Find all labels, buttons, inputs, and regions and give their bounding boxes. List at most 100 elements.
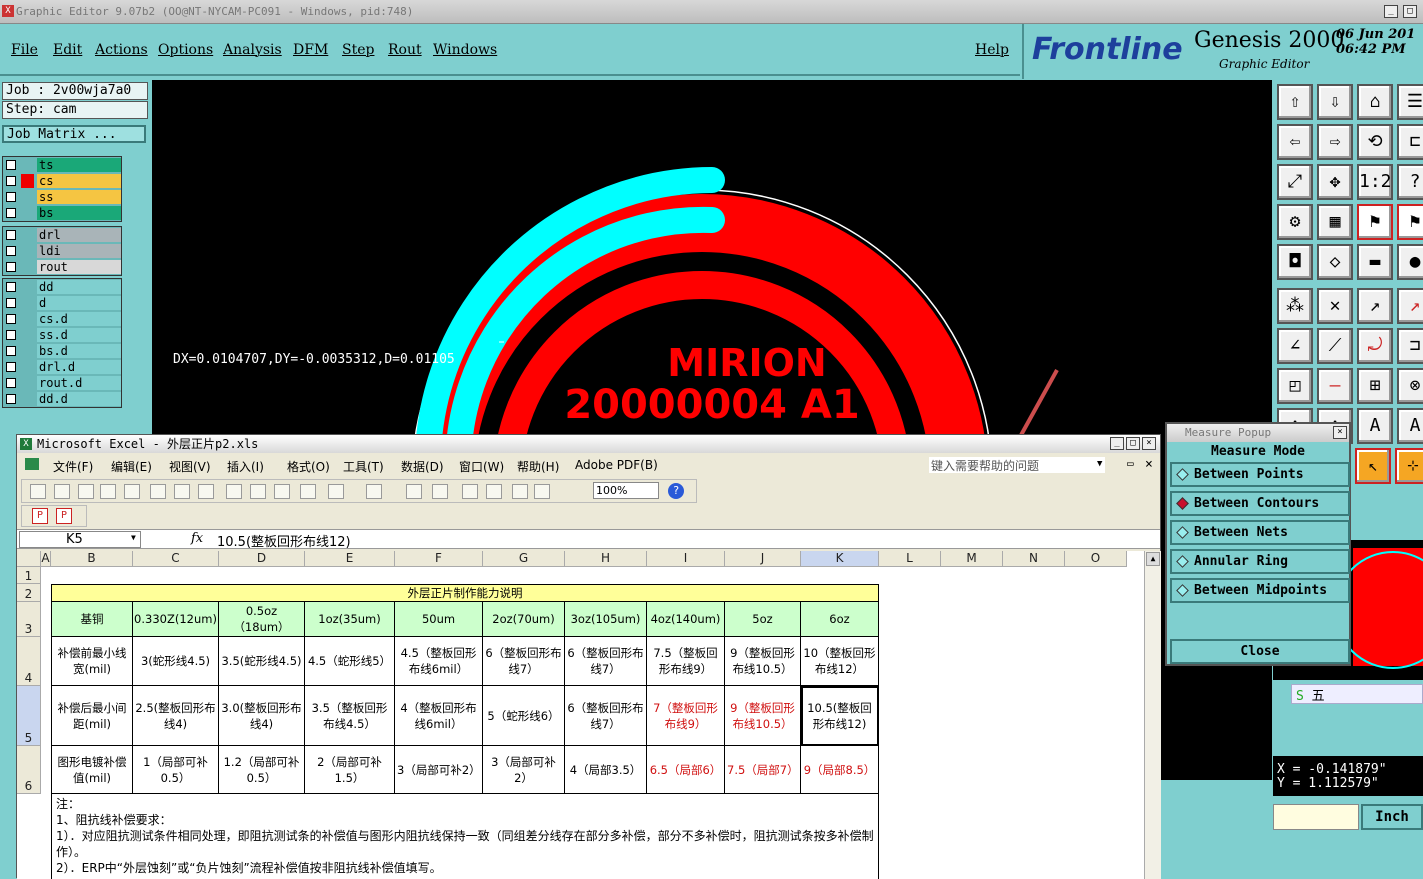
popup-close-icon[interactable]: × — [1333, 426, 1347, 439]
table-cell[interactable]: 1oz(35um) — [305, 602, 395, 637]
bar-icon[interactable]: ▬ — [1357, 244, 1393, 280]
zoom-down-icon[interactable]: ⇩ — [1317, 84, 1353, 120]
line-icon[interactable]: ↗ — [1397, 288, 1423, 324]
letter-a-icon[interactable]: A — [1357, 408, 1393, 444]
select-all-corner[interactable] — [17, 551, 41, 567]
table-cell[interactable]: 3.5(蛇形线4.5) — [219, 637, 305, 686]
table-cell[interactable]: 0.330Z(12um) — [133, 602, 219, 637]
pdf-email-icon[interactable]: P — [56, 508, 72, 524]
scroll-up-arrow[interactable]: ▲ — [1146, 552, 1160, 566]
select-arrow-icon[interactable]: ↖ — [1355, 448, 1391, 484]
table-cell[interactable]: 10.5(整板回形布线12) — [801, 686, 879, 746]
diamond-icon[interactable]: ◇ — [1317, 244, 1353, 280]
table-cell[interactable]: 5oz — [725, 602, 801, 637]
excel-help-box[interactable]: 键入需要帮助的问题 — [929, 457, 1105, 473]
line-icon[interactable]: ↗ — [1357, 288, 1393, 324]
home-icon[interactable]: ⌂ — [1357, 84, 1393, 120]
paste-icon[interactable] — [274, 484, 290, 499]
column-header[interactable]: O — [1065, 551, 1127, 567]
ime-toolbar[interactable]: S 五 — [1291, 684, 1423, 704]
table-cell[interactable]: 6（整板回形布线7） — [565, 686, 647, 746]
layer-row-dd[interactable]: dd — [3, 279, 121, 295]
spelling-icon[interactable] — [174, 484, 190, 499]
hyperlink-icon[interactable] — [406, 484, 422, 499]
format-painter-icon[interactable] — [300, 484, 316, 499]
table-cell[interactable]: 9（整板回形布线10.5） — [725, 686, 801, 746]
snap-icon[interactable]: ⊏ — [1397, 124, 1423, 160]
function-icon[interactable]: fx — [191, 531, 203, 546]
excel-help-dropdown-icon[interactable]: ▼ — [1097, 459, 1102, 469]
menu-file[interactable]: File — [11, 42, 38, 58]
layer-checkbox[interactable] — [6, 346, 16, 356]
layer-checkbox[interactable] — [6, 192, 16, 202]
grid-icon[interactable]: ▦ — [1317, 204, 1353, 240]
excel-menu-item[interactable]: Adobe PDF(B) — [575, 458, 658, 472]
layer-row-ss[interactable]: ss — [3, 189, 121, 205]
cross-icon[interactable]: ✕ — [1317, 288, 1353, 324]
column-header[interactable]: G — [483, 551, 565, 567]
layer-checkbox[interactable] — [6, 394, 16, 404]
row-header[interactable]: 4 — [17, 637, 41, 686]
snap-grid-icon[interactable]: ⊹ — [1395, 448, 1423, 484]
table-cell[interactable]: 7.5（局部7） — [725, 746, 801, 794]
layer-row-bs-d[interactable]: bs.d — [3, 343, 121, 359]
table-cell[interactable]: 9（整板回形布线10.5） — [725, 637, 801, 686]
layer-checkbox[interactable] — [6, 230, 16, 240]
menu-help[interactable]: Help — [975, 42, 1009, 58]
print-preview-icon[interactable] — [150, 484, 166, 499]
mode-between-contours[interactable]: Between Contours — [1170, 491, 1350, 516]
new-file-icon[interactable] — [30, 484, 46, 499]
layer-checkbox[interactable] — [6, 262, 16, 272]
table-cell[interactable]: 3（局部可补2） — [395, 746, 483, 794]
excel-menu-item[interactable]: 视图(V) — [169, 458, 211, 475]
layer-row-d[interactable]: d — [3, 295, 121, 311]
table-cell[interactable]: 1（局部可补0.5） — [133, 746, 219, 794]
excel-close-button[interactable]: × — [1142, 437, 1156, 450]
research-icon[interactable] — [198, 484, 214, 499]
row-header[interactable]: 6 — [17, 746, 41, 794]
excel-menu-item[interactable]: 帮助(H) — [517, 458, 559, 475]
undo-view-icon[interactable]: ⟲ — [1357, 124, 1393, 160]
job-matrix-button[interactable]: Job Matrix ... — [2, 125, 146, 143]
layer-checkbox[interactable] — [6, 176, 16, 186]
table-cell[interactable]: 4oz(140um) — [647, 602, 725, 637]
column-header[interactable]: I — [647, 551, 725, 567]
menu-windows[interactable]: Windows — [433, 42, 497, 58]
help-circle-icon[interactable]: ? — [668, 483, 684, 499]
column-header[interactable]: F — [395, 551, 483, 567]
minimize-button[interactable]: _ — [1384, 5, 1398, 18]
table-cell[interactable]: 4.5（蛇形线5） — [305, 637, 395, 686]
column-header[interactable]: M — [941, 551, 1003, 567]
table-cell[interactable]: 6（整板回形布线7） — [483, 637, 565, 686]
row-header[interactable]: 3 — [17, 602, 41, 637]
layer-row-cs-d[interactable]: cs.d — [3, 311, 121, 327]
menu-dfm[interactable]: DFM — [293, 42, 328, 58]
table-cell[interactable]: 0.5oz（18um） — [219, 602, 305, 637]
column-header[interactable]: D — [219, 551, 305, 567]
name-box[interactable]: K5 — [19, 531, 141, 548]
copy-icon[interactable] — [250, 484, 266, 499]
print-icon[interactable] — [124, 484, 140, 499]
layer-checkbox[interactable] — [6, 378, 16, 388]
excel-window[interactable]: X Microsoft Excel - 外层正片p2.xls _ □ × 文件(… — [16, 434, 1161, 879]
settings-icon[interactable]: ⚙ — [1277, 204, 1313, 240]
column-header[interactable]: H — [565, 551, 647, 567]
menu-rout[interactable]: Rout — [388, 42, 422, 58]
layer-row-dd-d[interactable]: dd.d — [3, 391, 121, 407]
column-header[interactable]: B — [51, 551, 133, 567]
excel-menu-item[interactable]: 数据(D) — [401, 458, 444, 475]
table-cell[interactable]: 1.2（局部可补0.5） — [219, 746, 305, 794]
excel-maximize-button[interactable]: □ — [1126, 437, 1140, 450]
table-cell[interactable]: 3oz(105um) — [565, 602, 647, 637]
open-icon[interactable] — [54, 484, 70, 499]
vertical-scrollbar[interactable]: ▲ — [1144, 551, 1161, 879]
ratio-icon[interactable]: 1:2 — [1357, 164, 1393, 200]
table-cell[interactable]: 2oz(70um) — [483, 602, 565, 637]
move-icon[interactable]: ✥ — [1317, 164, 1353, 200]
layer-checkbox[interactable] — [6, 208, 16, 218]
table-cell[interactable]: 9（局部8.5） — [801, 746, 879, 794]
table-cell[interactable]: 补偿前最小线宽(mil) — [51, 637, 133, 686]
bracket-icon[interactable]: ⊐ — [1397, 328, 1423, 364]
excel-menu-item[interactable]: 工具(T) — [343, 458, 384, 475]
formula-input[interactable]: 10.5(整板回形布线12) — [217, 531, 351, 550]
